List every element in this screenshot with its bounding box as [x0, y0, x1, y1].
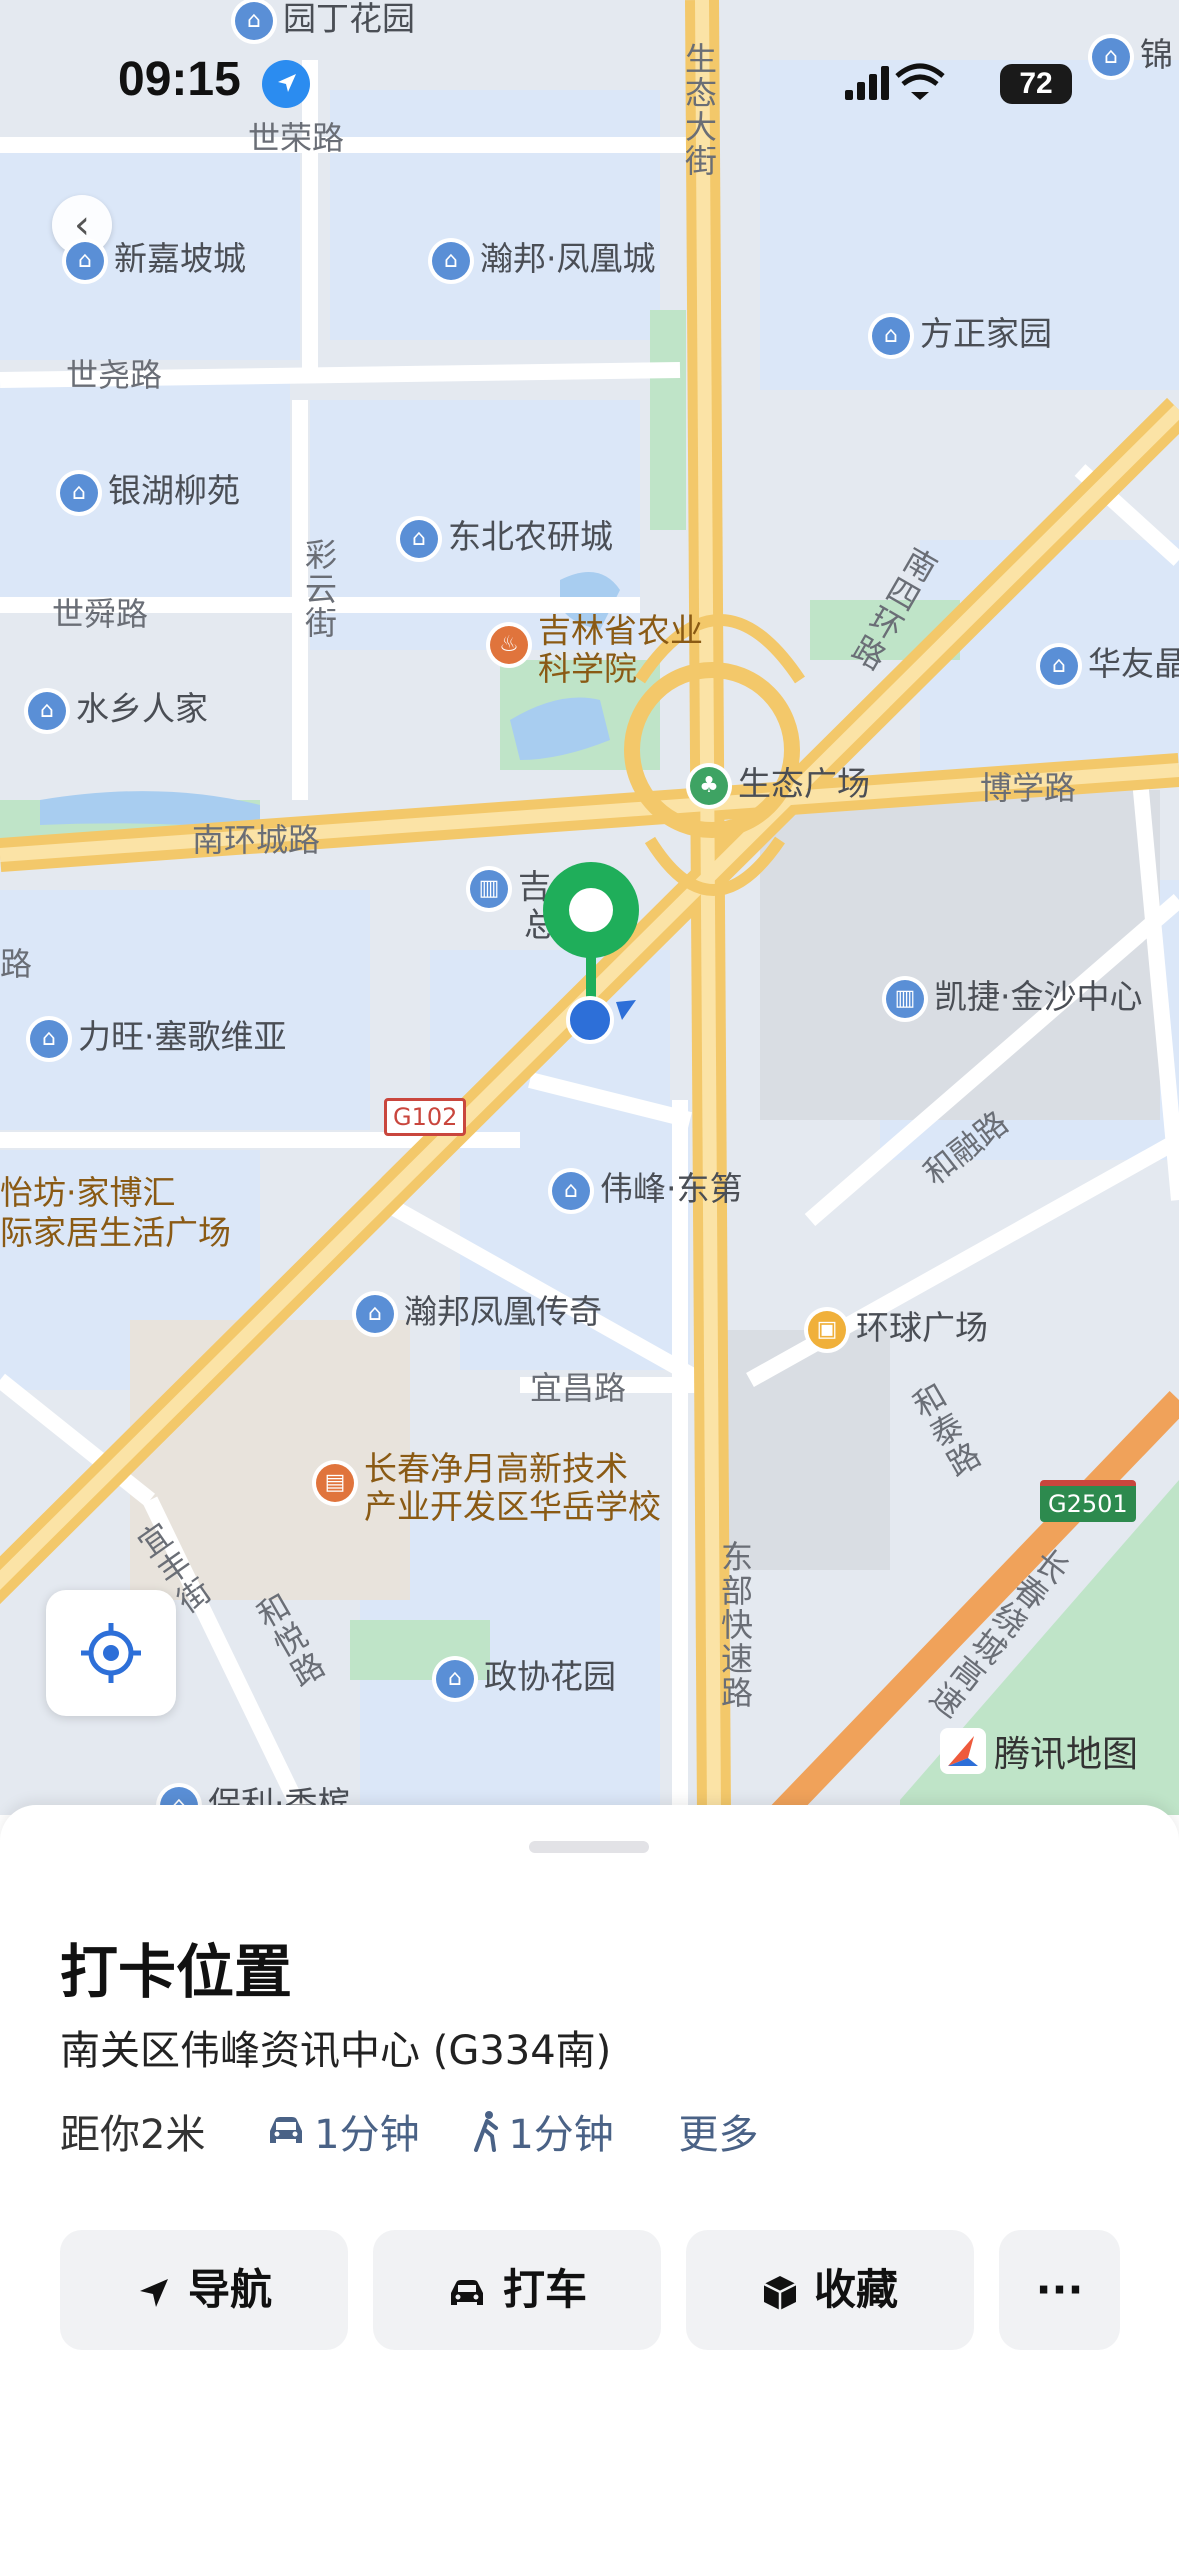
- cube-icon: [763, 2275, 797, 2310]
- map-label: 怡坊·家博汇: [0, 1173, 176, 1212]
- walk-icon: [474, 2111, 499, 2152]
- map-label: ⌂ 瀚邦·凤凰城: [432, 240, 656, 280]
- road-label: 路: [0, 945, 33, 983]
- sheet-drag-handle[interactable]: [529, 1841, 649, 1853]
- map-label: ⌂ 锦: [1092, 36, 1173, 76]
- locate-me-button[interactable]: [46, 1590, 176, 1716]
- park-tree-icon: ♣: [690, 766, 728, 805]
- road-label: 东部快速路: [716, 1540, 754, 1710]
- action-buttons: 导航 打车 收藏 ···: [60, 2230, 1120, 2350]
- route-meta: 距你2米 1分钟 1分钟 更多: [60, 2102, 759, 2160]
- tencent-map-brand: 腾讯地图: [940, 1725, 1138, 1777]
- map-label: ⌂ 瀚邦凤凰传奇: [356, 1293, 602, 1333]
- residence-icon: ⌂: [235, 1, 273, 40]
- institute-icon: ♨: [490, 626, 528, 664]
- school-icon: ▤: [316, 1464, 354, 1502]
- residence-icon: ⌂: [28, 691, 66, 730]
- map-label: ⌂ 银湖柳苑: [60, 472, 240, 512]
- road-label: 世尧路: [66, 356, 163, 394]
- residence-icon: ⌂: [872, 316, 910, 355]
- map-label: ⌂ 新嘉坡城: [66, 240, 246, 280]
- tencent-map-logo-icon: [940, 1728, 986, 1774]
- map-label: ▥ 凯捷·金沙中心: [886, 978, 1143, 1018]
- location-address: 南关区伟峰资讯中心 (G334南): [60, 2028, 612, 2074]
- road-label: 世舜路: [52, 595, 149, 633]
- distance-text: 距你2米: [60, 2112, 206, 2158]
- map-label: ⌂ 政协花园: [436, 1658, 616, 1698]
- residence-icon: ⌂: [432, 241, 470, 280]
- residence-icon: ⌂: [30, 1019, 68, 1058]
- location-sheet: 打卡位置 南关区伟峰资讯中心 (G334南) 距你2米 1分钟 1分钟 更多 导…: [0, 1805, 1179, 2556]
- map-label: ⌂ 力旺·塞歌维亚: [30, 1018, 287, 1058]
- map-label: ⌂ 伟峰·东第: [552, 1170, 743, 1210]
- map-label: ♨ 吉林省农业 科学院: [490, 612, 703, 688]
- g2501-shield: G2501: [1040, 1480, 1136, 1522]
- walk-time[interactable]: 1分钟: [472, 2102, 614, 2160]
- status-bar: 09:15 72: [0, 40, 1179, 130]
- road-label: 宜昌路: [530, 1369, 627, 1407]
- drive-time[interactable]: 1分钟: [264, 2102, 420, 2160]
- map-label: ▤ 长春净月高新技术 产业开发区华岳学校: [316, 1450, 661, 1526]
- location-arrow-icon: [262, 60, 310, 108]
- road-label: 南环城路: [192, 821, 321, 859]
- user-location-icon: [566, 996, 636, 1044]
- sheet-title: 打卡位置: [60, 1938, 293, 2006]
- car-icon: [270, 2117, 303, 2143]
- map-label: ⌂ 华友晶: [1040, 645, 1179, 685]
- map-view[interactable]: 09:15 72 ‹ ⌂ 园丁花园 ⌂ 锦 世荣路 ⌂ 新嘉坡城 ⌂ 瀚邦·凤凰城 ⌂ 方…: [0, 0, 1179, 1815]
- residence-icon: ⌂: [552, 1171, 590, 1210]
- crosshair-icon: [81, 1623, 141, 1683]
- map-label: ⌂ 园丁花园: [235, 0, 415, 40]
- map-label: ▣ 环球广场: [808, 1309, 988, 1349]
- map-label: ♣ 生态广场: [690, 765, 870, 805]
- office-icon: ▥: [886, 979, 924, 1018]
- cellular-signal-icon: [845, 62, 955, 106]
- road-label: 彩云街: [300, 538, 338, 640]
- office-icon: ▥: [470, 869, 508, 908]
- residence-icon: ⌂: [1040, 646, 1078, 685]
- map-label: ⌂ 东北农研城: [400, 518, 613, 558]
- residence-icon: ⌂: [436, 1659, 474, 1698]
- residence-icon: ⌂: [60, 473, 98, 512]
- taxi-button[interactable]: 打车: [373, 2230, 661, 2350]
- map-label: 际家居生活广场: [0, 1213, 231, 1252]
- mall-icon: ▣: [808, 1310, 846, 1349]
- favorite-button[interactable]: 收藏: [686, 2230, 974, 2350]
- residence-icon: ⌂: [1092, 37, 1130, 76]
- residence-icon: ⌂: [356, 1294, 394, 1333]
- g102-shield: G102: [384, 1098, 467, 1136]
- road-label: 博学路: [980, 769, 1077, 807]
- more-link[interactable]: 更多: [679, 2102, 759, 2160]
- status-time: 09:15: [118, 53, 241, 106]
- road-label: 生态大街: [680, 42, 718, 178]
- battery-indicator: 72: [1000, 64, 1072, 104]
- navigate-button[interactable]: 导航: [60, 2230, 348, 2350]
- map-label: ⌂ 方正家园: [872, 315, 1052, 355]
- residence-icon: ⌂: [66, 241, 104, 280]
- residence-icon: ⌂: [400, 519, 438, 558]
- more-options-button[interactable]: ···: [999, 2230, 1120, 2350]
- navigation-arrow-icon: [139, 2278, 168, 2307]
- road-label: 世荣路: [248, 119, 345, 157]
- taxi-icon: [450, 2279, 483, 2305]
- map-label: ⌂ 水乡人家: [28, 690, 208, 730]
